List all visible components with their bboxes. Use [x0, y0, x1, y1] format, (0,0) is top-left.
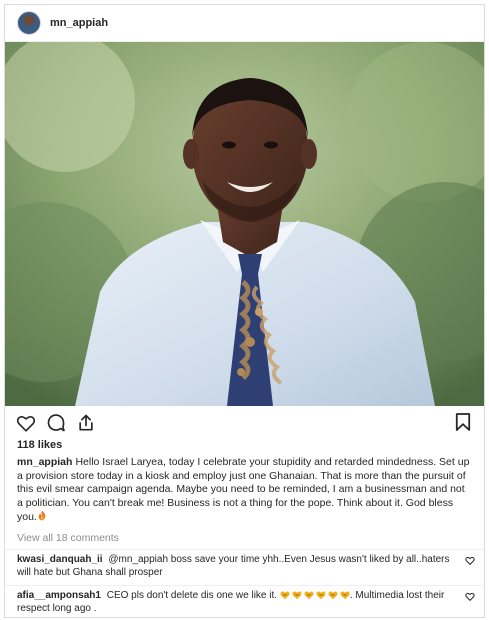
- post-header: mn_appiah: [5, 5, 484, 42]
- portrait-photo: [5, 42, 484, 406]
- post-photo[interactable]: [5, 42, 484, 406]
- post-username[interactable]: mn_appiah: [50, 17, 108, 29]
- comment-item: kwasi_danquah_ii @mn_appiah boss save yo…: [5, 550, 484, 580]
- yellow-heart-emoji-icon: [280, 591, 290, 599]
- yellow-heart-emoji-icon: [340, 591, 350, 599]
- caption-username[interactable]: mn_appiah: [17, 456, 72, 468]
- yellow-heart-emoji-icon: [304, 591, 314, 599]
- yellow-heart-emoji-icon: [328, 591, 338, 599]
- comment-text-before: CEO pls don't delete dis one we like it.: [106, 589, 278, 601]
- comment-item: afia__amponsah1 CEO pls don't delete dis…: [5, 586, 484, 616]
- comment-like-heart-icon[interactable]: [465, 556, 475, 569]
- action-bar: [5, 406, 484, 436]
- yellow-heart-emoji-icon: [292, 591, 302, 599]
- comment-icon[interactable]: [46, 413, 66, 433]
- view-all-comments-link[interactable]: View all 18 comments: [5, 525, 484, 545]
- like-heart-icon[interactable]: [16, 414, 36, 432]
- avatar[interactable]: [17, 11, 41, 35]
- bookmark-icon[interactable]: [455, 412, 471, 435]
- post-caption: mn_appiah Hello Israel Laryea, today I ce…: [5, 454, 484, 525]
- yellow-heart-emojis: [280, 590, 350, 600]
- comment-like-heart-icon[interactable]: [465, 592, 475, 605]
- yellow-heart-emoji-icon: [316, 591, 326, 599]
- comment-username[interactable]: kwasi_danquah_ii: [17, 554, 103, 565]
- share-icon[interactable]: [76, 413, 96, 433]
- comment-username[interactable]: afia__amponsah1: [17, 590, 101, 601]
- fire-emoji-icon: [38, 510, 46, 521]
- likes-count[interactable]: 118 likes: [5, 436, 484, 454]
- caption-text: Hello Israel Laryea, today I celebrate y…: [17, 456, 470, 524]
- instagram-post: mn_appiah 118 likes mn_appiah Hello Isra…: [4, 4, 485, 618]
